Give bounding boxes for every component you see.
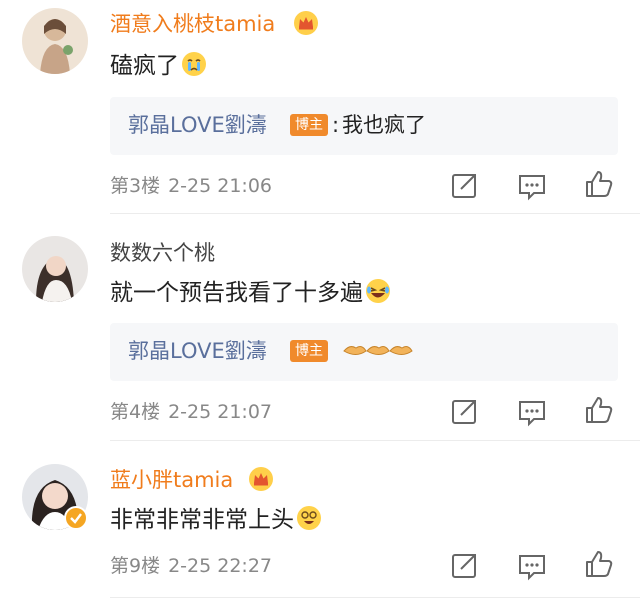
username[interactable]: 酒意入桃枝tamia (110, 11, 275, 37)
author-badge: 博主 (290, 340, 328, 362)
crown-icon (293, 10, 319, 36)
comment-icon[interactable] (516, 171, 548, 201)
reply-author[interactable]: 郭晶LOVE劉濤 (128, 112, 267, 138)
share-icon[interactable] (449, 551, 481, 581)
comment-text-content: 非常非常非常上头 (110, 507, 294, 533)
author-badge: 博主 (290, 114, 328, 136)
reply-text: 我也疯了 (342, 113, 426, 137)
timestamp: 2-25 21:07 (168, 401, 273, 423)
comment-icon[interactable] (516, 397, 548, 427)
comment-text: 磕疯了 (110, 51, 207, 81)
reply-separator: : (332, 113, 340, 137)
avatar[interactable] (22, 236, 88, 302)
comment-text: 就一个预告我看了十多遍 (110, 278, 391, 308)
floor-number: 第4楼 (110, 401, 161, 423)
username[interactable]: 蓝小胖tamia (110, 467, 233, 493)
comment-icon[interactable] (516, 551, 548, 581)
reply-box[interactable]: 郭晶LOVE劉濤 博主 (110, 323, 618, 381)
comment-text: 非常非常非常上头 (110, 505, 322, 535)
share-icon[interactable] (449, 171, 481, 201)
divider (110, 597, 640, 598)
comment-meta: 第9楼 2-25 22:27 (110, 554, 272, 578)
like-icon[interactable] (583, 169, 615, 199)
username[interactable]: 数数六个桃 (110, 240, 215, 266)
reply-box[interactable]: 郭晶LOVE劉濤 博主 : 我也疯了 (110, 97, 618, 155)
laughing-tears-emoji-icon (365, 278, 391, 304)
timestamp: 2-25 21:06 (168, 175, 273, 197)
handshake-emoji-icon (342, 341, 414, 367)
divider (110, 440, 640, 441)
like-icon[interactable] (583, 395, 615, 425)
crying-emoji-icon (181, 51, 207, 77)
floor-number: 第3楼 (110, 175, 161, 197)
avatar[interactable] (22, 8, 88, 74)
comment-meta: 第4楼 2-25 21:07 (110, 400, 272, 424)
share-icon[interactable] (449, 397, 481, 427)
floor-number: 第9楼 (110, 555, 161, 577)
crown-icon (248, 466, 274, 492)
comment-text-content: 磕疯了 (110, 53, 179, 79)
like-icon[interactable] (583, 549, 615, 579)
timestamp: 2-25 22:27 (168, 555, 273, 577)
reply-author[interactable]: 郭晶LOVE劉濤 (128, 338, 267, 364)
comment-meta: 第3楼 2-25 21:06 (110, 174, 272, 198)
divider (110, 213, 640, 214)
verified-badge-icon (64, 506, 88, 530)
comment-text-content: 就一个预告我看了十多遍 (110, 280, 363, 306)
dizzy-smile-emoji-icon (296, 505, 322, 531)
